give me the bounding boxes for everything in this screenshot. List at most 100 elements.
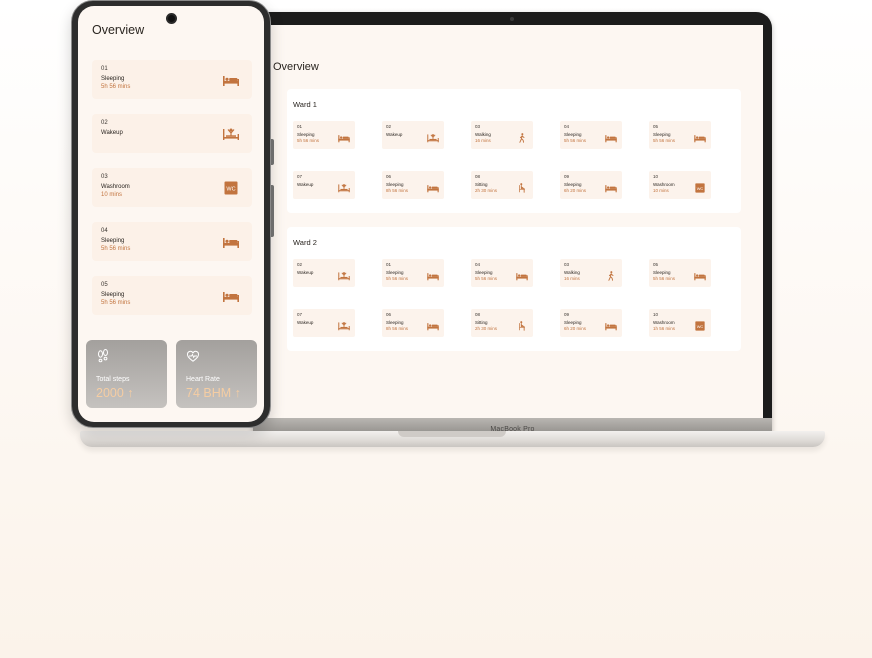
bed-icon (222, 289, 240, 303)
ward-title: Ward 1 (293, 100, 317, 109)
room-card[interactable]: 06 Sleeping 8h 56 mins (382, 309, 444, 337)
phone-volume-button (271, 139, 274, 165)
wc-icon: WC (693, 180, 707, 193)
room-number: 03 (564, 262, 570, 267)
room-number: 03 (101, 174, 108, 180)
bed-icon (515, 268, 529, 281)
wakeup-icon (337, 180, 351, 193)
svg-text:WC: WC (697, 324, 704, 329)
ward-panel: Ward 2 02 Wakeup 01 Sleeping 5h 56 mins 04 Sle… (287, 227, 741, 351)
room-card[interactable]: 10 Washroom 10 mins WC (649, 171, 711, 199)
svg-text:WC: WC (226, 187, 235, 193)
room-card[interactable]: 02 Wakeup (382, 121, 444, 149)
bed-icon (426, 180, 440, 193)
wakeup-icon (426, 130, 440, 143)
room-card[interactable]: 09 Sleeping 6h 20 mins (560, 171, 622, 199)
wakeup-icon (337, 268, 351, 281)
phone-screen: Overview 01 Sleeping 5h 56 mins 02 Wakeup 03 W… (78, 6, 264, 422)
room-number: 02 (101, 120, 108, 126)
room-number: 04 (564, 124, 570, 129)
heart-rate-card[interactable]: Heart Rate 74 BHM ↑ (176, 340, 257, 408)
room-number: 08 (475, 174, 481, 179)
room-card[interactable]: 05 Sleeping 5h 56 mins (649, 121, 711, 149)
room-card[interactable]: 01 Sleeping 5h 56 mins (382, 259, 444, 287)
wc-icon: WC (222, 181, 240, 195)
room-card[interactable]: 06 Sleeping 8h 56 mins (382, 171, 444, 199)
laptop-lid: Overview Ward 1 01 Sleeping 5h 56 mins 02 Wa… (253, 12, 772, 436)
room-number: 02 (386, 124, 392, 129)
room-card[interactable]: 03 Washroom 10 mins WC (92, 168, 252, 207)
page-title: Overview (273, 61, 319, 73)
room-card[interactable]: 08 Sitting 2h 30 mins (471, 171, 533, 199)
bed-icon (604, 318, 618, 331)
page-title: Overview (92, 23, 145, 37)
room-card[interactable]: 04 Sleeping 5h 56 mins (471, 259, 533, 287)
room-card[interactable]: 04 Sleeping 5h 56 mins (560, 121, 622, 149)
room-card[interactable]: 04 Sleeping 5h 56 mins (92, 222, 252, 261)
walking-icon (515, 130, 529, 143)
bed-icon (222, 235, 240, 249)
room-number: 10 (653, 174, 659, 179)
room-number: 09 (564, 312, 570, 317)
room-card[interactable]: 01 Sleeping 5h 56 mins (293, 121, 355, 149)
phone-device: Overview 01 Sleeping 5h 56 mins 02 Wakeup 03 W… (71, 0, 274, 428)
room-card[interactable]: 05 Sleeping 5h 56 mins (92, 276, 252, 315)
room-number: 01 (101, 66, 108, 72)
room-number: 06 (386, 312, 392, 317)
bed-icon (337, 130, 351, 143)
wakeup-icon (337, 318, 351, 331)
ward-panel: Ward 1 01 Sleeping 5h 56 mins 02 Wakeup 03 Wal… (287, 89, 741, 213)
bed-icon (693, 130, 707, 143)
ward-title: Ward 2 (293, 238, 317, 247)
phone-camera (166, 13, 177, 24)
room-number: 02 (297, 262, 303, 267)
room-number: 10 (653, 312, 659, 317)
ward-room-grid: 02 Wakeup 01 Sleeping 5h 56 mins 04 Sleeping 5h… (293, 259, 739, 337)
bed-icon (222, 73, 240, 87)
room-number: 04 (101, 228, 108, 234)
wakeup-icon (222, 127, 240, 141)
room-card[interactable]: 02 Wakeup (293, 259, 355, 287)
bed-icon (426, 318, 440, 331)
room-number: 05 (101, 282, 108, 288)
room-number: 04 (475, 262, 481, 267)
room-card[interactable]: 09 Sleeping 6h 20 mins (560, 309, 622, 337)
stat-value: 2000 ↑ (96, 386, 134, 400)
sitting-icon (515, 318, 529, 331)
room-card[interactable]: 03 Walking 16 mins (560, 259, 622, 287)
room-card[interactable]: 03 Walking 16 mins (471, 121, 533, 149)
stat-value: 74 BHM ↑ (186, 386, 241, 400)
bed-icon (426, 268, 440, 281)
room-card[interactable]: 10 Washroom 1h 56 mins WC (649, 309, 711, 337)
room-number: 08 (475, 312, 481, 317)
room-number: 07 (297, 312, 303, 317)
room-card[interactable]: 07 Wakeup (293, 309, 355, 337)
laptop-base (80, 431, 825, 447)
room-card[interactable]: 05 Sleeping 5h 56 mins (649, 259, 711, 287)
walking-icon (604, 268, 618, 281)
room-card[interactable]: 08 Sitting 2h 30 mins (471, 309, 533, 337)
room-card[interactable]: 01 Sleeping 5h 56 mins (92, 60, 252, 99)
stat-label: Heart Rate (186, 376, 220, 383)
room-number: 09 (564, 174, 570, 179)
laptop-notch (398, 431, 506, 437)
room-number: 07 (297, 174, 303, 179)
stat-label: Total steps (96, 376, 130, 383)
room-number: 05 (653, 262, 659, 267)
bed-icon (604, 180, 618, 193)
room-number: 01 (297, 124, 303, 129)
svg-text:WC: WC (697, 186, 704, 191)
laptop-camera (510, 17, 514, 21)
room-number: 06 (386, 174, 392, 179)
room-card[interactable]: 07 Wakeup (293, 171, 355, 199)
footsteps-icon (96, 349, 110, 363)
bed-icon (693, 268, 707, 281)
heart-rate-icon (186, 349, 200, 363)
bed-icon (604, 130, 618, 143)
total-steps-card[interactable]: Total steps 2000 ↑ (86, 340, 167, 408)
ward-room-grid: 01 Sleeping 5h 56 mins 02 Wakeup 03 Walking 16 … (293, 121, 739, 199)
laptop-screen: Overview Ward 1 01 Sleeping 5h 56 mins 02 Wa… (262, 25, 763, 421)
room-number: 01 (386, 262, 392, 267)
room-number: 03 (475, 124, 481, 129)
room-card[interactable]: 02 Wakeup (92, 114, 252, 153)
